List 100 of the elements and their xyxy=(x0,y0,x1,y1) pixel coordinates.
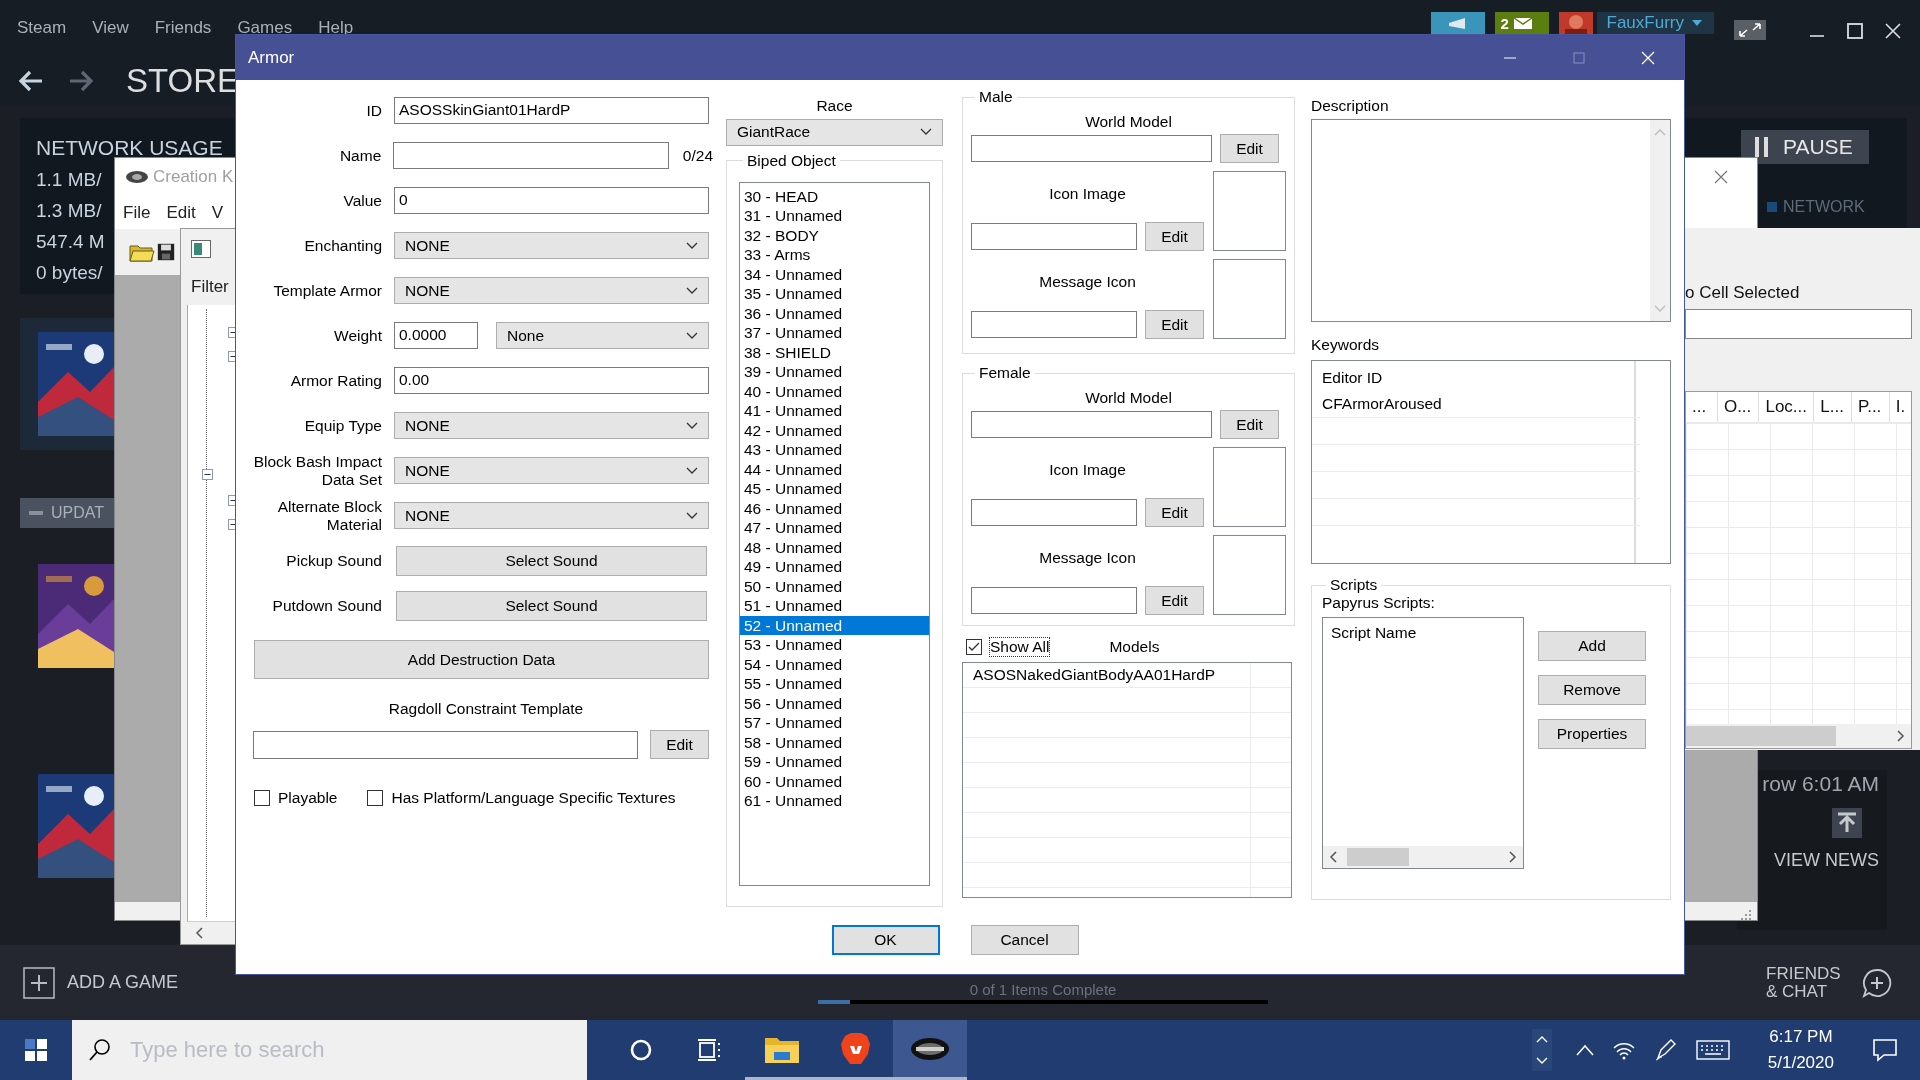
list-item[interactable]: ASOSNakedGiantBodyAA01HardP xyxy=(963,663,1291,688)
list-item[interactable]: 54 - Unnamed xyxy=(740,654,929,675)
list-item[interactable]: 53 - Unnamed xyxy=(740,635,929,655)
select-sound-button[interactable]: Select Sound xyxy=(396,545,707,576)
field-label: Putdown Sound xyxy=(271,596,383,614)
list-item[interactable]: 41 - Unnamed xyxy=(740,401,929,421)
text-field[interactable]: ASOSSkinGiant01HardP xyxy=(394,97,709,124)
list-item[interactable]: 52 - Unnamed xyxy=(740,615,929,636)
script-button[interactable]: Add xyxy=(1538,631,1646,661)
network-stat: 547.4 M xyxy=(36,231,105,253)
list-item[interactable]: 47 - Unnamed xyxy=(740,518,929,538)
list-item[interactable]: 57 - Unnamed xyxy=(740,713,929,733)
add-destruction-button[interactable]: Add Destruction Data xyxy=(254,640,709,679)
network-stat: 1.3 MB/ xyxy=(36,200,102,222)
list-item[interactable]: 45 - Unnamed xyxy=(740,479,929,499)
column-header[interactable]: Loc... xyxy=(1759,392,1815,422)
menu-item[interactable]: Steam xyxy=(17,18,67,38)
list-item[interactable]: 61 - Unnamed xyxy=(740,791,929,811)
edit-button[interactable]: Edit xyxy=(1220,134,1279,163)
add-game-button[interactable]: ADD A GAME xyxy=(23,966,179,999)
menu-item[interactable]: File xyxy=(123,202,151,223)
checkbox-label[interactable]: Show All xyxy=(990,638,1050,656)
column-header[interactable]: O... xyxy=(1717,392,1760,422)
edit-button[interactable]: Edit xyxy=(1145,222,1204,251)
field-label: Models xyxy=(1109,638,1160,656)
text-field[interactable]: 0 xyxy=(394,187,709,214)
field-label: Keywords xyxy=(1311,336,1381,354)
list-item[interactable]: 59 - Unnamed xyxy=(740,752,929,772)
column-header[interactable]: Script Name xyxy=(1323,618,1523,648)
ok-button[interactable]: OK xyxy=(831,925,940,955)
section-title: UPDAT xyxy=(51,504,105,522)
user-menu[interactable]: FauxFurry xyxy=(1596,12,1714,34)
edit-button[interactable]: Edit xyxy=(1145,310,1204,339)
store-tab[interactable]: STORE xyxy=(126,62,240,100)
edit-button[interactable]: Edit xyxy=(650,730,709,759)
column-header[interactable]: ... xyxy=(1686,392,1718,422)
field-label: ID xyxy=(365,101,383,119)
pause-button[interactable]: PAUSE xyxy=(1741,130,1869,164)
field-label: Name xyxy=(338,146,383,164)
script-button[interactable]: Properties xyxy=(1538,719,1646,749)
dropdown[interactable]: GiantRace xyxy=(726,119,943,146)
chart-legend-label: NETWORK xyxy=(1783,198,1865,216)
checkbox-label[interactable]: Playable xyxy=(278,789,338,807)
list-item[interactable]: 46 - Unnamed xyxy=(740,498,929,519)
list-item[interactable]: 34 - Unnamed xyxy=(740,264,929,285)
menu-item[interactable]: Help xyxy=(318,18,354,38)
column-header[interactable]: L... xyxy=(1814,392,1852,422)
edit-button[interactable]: Edit xyxy=(1220,410,1279,439)
list-item[interactable]: 51 - Unnamed xyxy=(740,596,929,616)
search-field[interactable]: Type here to search xyxy=(72,1020,587,1080)
clock[interactable]: 6:17 PM 5/1/2020 xyxy=(1767,1027,1834,1073)
list-item[interactable]: 40 - Unnamed xyxy=(740,381,929,402)
select-sound-button[interactable]: Select Sound xyxy=(396,590,707,621)
list-item[interactable]: 36 - Unnamed xyxy=(740,303,929,324)
list-item[interactable]: 44 - Unnamed xyxy=(740,459,929,480)
edit-button[interactable]: Edit xyxy=(1145,586,1204,615)
list-item[interactable]: 50 - Unnamed xyxy=(740,576,929,597)
menu-item[interactable]: V xyxy=(211,202,224,223)
list-item[interactable]: 35 - Unnamed xyxy=(740,284,929,304)
list-item[interactable]: 30 - HEAD xyxy=(740,186,929,207)
group-label: Scripts xyxy=(1329,576,1379,594)
dropdown[interactable]: NONE xyxy=(394,232,709,259)
column-header[interactable]: P... xyxy=(1852,392,1890,422)
edit-button[interactable]: Edit xyxy=(1145,498,1204,527)
list-item[interactable]: 43 - Unnamed xyxy=(740,440,929,460)
menu-item[interactable]: View xyxy=(92,18,129,38)
checkbox-label[interactable]: Has Platform/Language Specific Textures xyxy=(391,789,676,807)
column-header[interactable]: Editor ID xyxy=(1312,361,1640,391)
window-title: Creation K xyxy=(153,167,234,187)
dropdown[interactable]: NONE xyxy=(394,502,709,529)
list-item[interactable]: 42 - Unnamed xyxy=(740,420,929,441)
text-field[interactable]: 0.0000 xyxy=(394,322,478,349)
menu-item[interactable]: Edit xyxy=(166,202,196,223)
list-item[interactable]: 37 - Unnamed xyxy=(740,323,929,343)
list-item[interactable]: 33 - Arms xyxy=(740,245,929,265)
cancel-button[interactable]: Cancel xyxy=(970,925,1079,955)
list-item[interactable]: 39 - Unnamed xyxy=(740,362,929,382)
friends-chat-button[interactable]: FRIENDS & CHAT xyxy=(1766,964,1892,1001)
dropdown[interactable]: NONE xyxy=(394,277,709,304)
notifications-button[interactable]: 2 xyxy=(1494,12,1549,34)
dropdown[interactable]: NONE xyxy=(394,457,709,484)
menu-item[interactable]: Games xyxy=(237,18,293,38)
menu-item[interactable]: Friends xyxy=(154,18,212,38)
list-item[interactable]: 48 - Unnamed xyxy=(740,537,929,558)
field-label: Weight xyxy=(333,326,383,344)
list-item[interactable]: 56 - Unnamed xyxy=(740,693,929,714)
text-field[interactable]: 0.00 xyxy=(394,367,709,394)
list-item[interactable]: 60 - Unnamed xyxy=(740,771,929,792)
list-item[interactable]: 32 - BODY xyxy=(740,225,929,246)
script-button[interactable]: Remove xyxy=(1538,675,1646,705)
list-item[interactable]: 49 - Unnamed xyxy=(740,557,929,577)
list-item[interactable]: 38 - SHIELD xyxy=(740,342,929,363)
list-item[interactable]: 55 - Unnamed xyxy=(740,674,929,694)
view-news-link[interactable]: VIEW NEWS xyxy=(1774,850,1879,871)
column-header[interactable]: I. xyxy=(1889,392,1911,422)
list-item[interactable]: 31 - Unnamed xyxy=(740,206,929,226)
dropdown[interactable]: None xyxy=(496,322,709,349)
list-item[interactable]: 58 - Unnamed xyxy=(740,732,929,753)
list-item[interactable]: CFArmorAroused xyxy=(1312,391,1640,418)
dropdown[interactable]: NONE xyxy=(394,412,709,439)
